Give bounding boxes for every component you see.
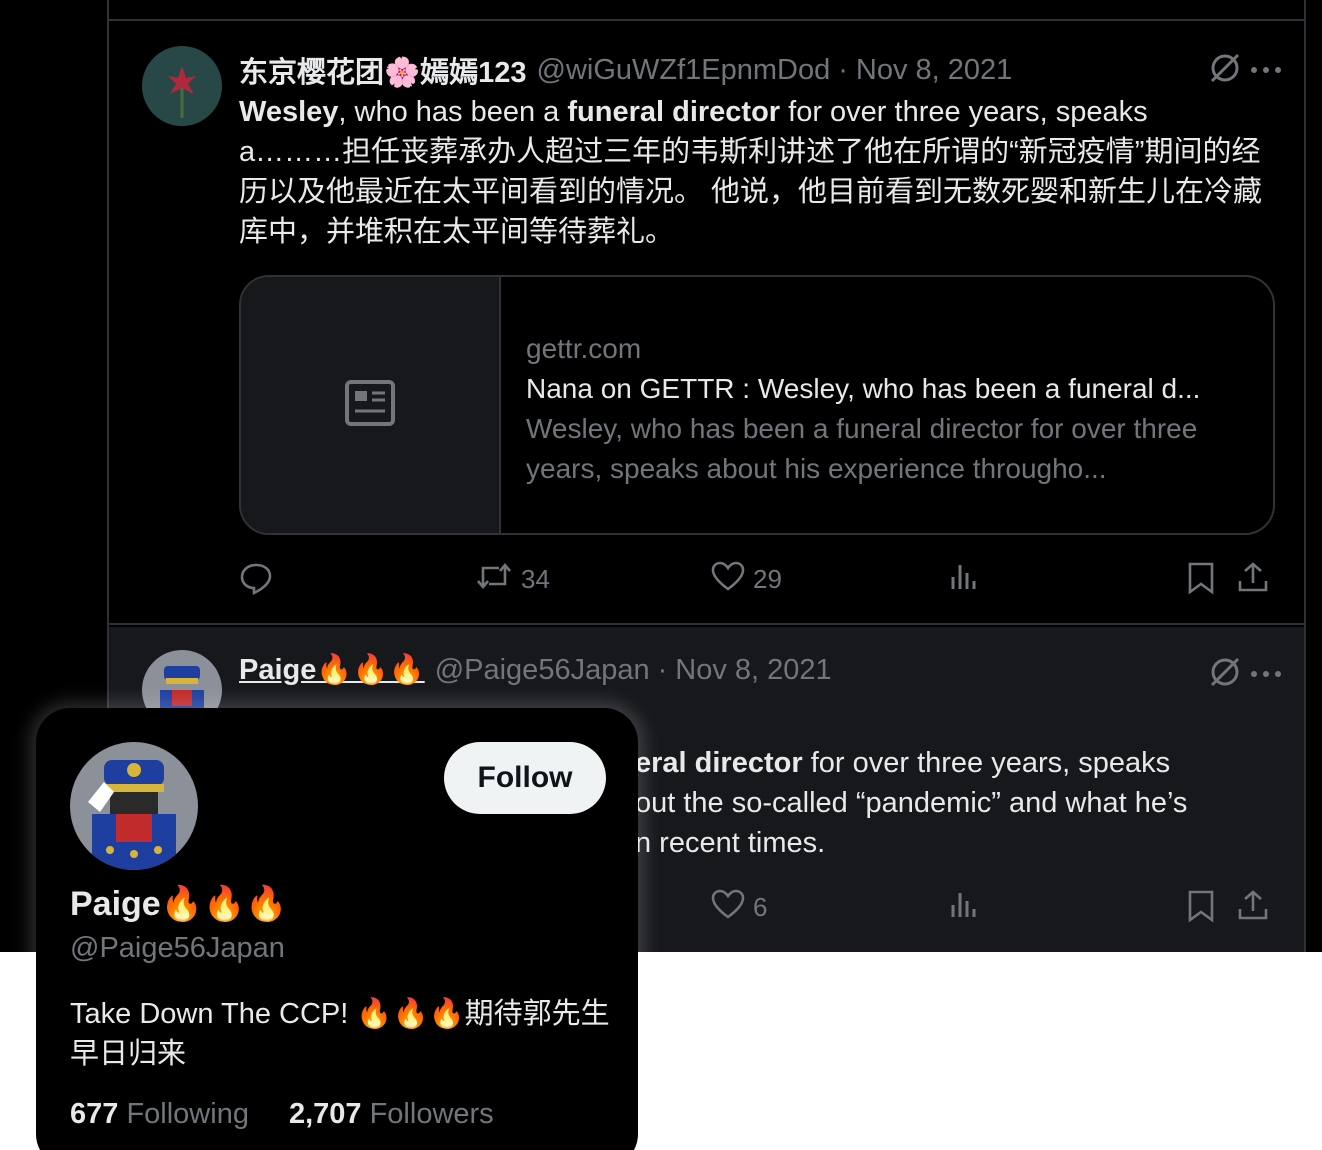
followers-link[interactable]: 2,707 Followers <box>289 1098 494 1131</box>
bookmark-button[interactable] <box>1187 561 1215 602</box>
heart-icon <box>711 889 745 926</box>
text-span: out the so-called “pandemic” and what he… <box>635 787 1188 819</box>
tweet-text: eral director for over three years, spea… <box>635 743 1275 863</box>
reply-icon <box>239 561 273 602</box>
following-link[interactable]: 677 Following <box>70 1098 249 1131</box>
repost-icon <box>475 561 513 598</box>
bookmark-icon <box>1187 889 1215 930</box>
share-icon <box>1237 561 1269 600</box>
card-domain: gettr.com <box>526 333 642 364</box>
link-card[interactable]: gettr.com Nana on GETTR : Wesley, who ha… <box>239 275 1275 535</box>
bookmark-button[interactable] <box>1187 889 1215 930</box>
profile-stats: 677 Following 2,707 Followers <box>70 1098 494 1131</box>
text-span: n recent times. <box>635 827 826 859</box>
grok-icon[interactable] <box>1208 51 1242 90</box>
like-button[interactable]: 6 <box>711 889 767 926</box>
tweet-text: Wesley, who has been a funeral director … <box>239 92 1279 252</box>
tweet[interactable]: 东京樱花团🌸嫣嫣123 @wiGuWZf1EpnmDod · Nov 8, 20… <box>109 21 1304 625</box>
display-name[interactable]: Paige🔥🔥🔥 <box>70 884 288 924</box>
like-button[interactable]: 29 <box>711 561 782 598</box>
repost-count: 34 <box>521 564 550 594</box>
separator: · <box>838 53 848 86</box>
more-icon[interactable] <box>1250 666 1282 684</box>
avatar[interactable] <box>142 46 222 126</box>
reply-button[interactable] <box>239 561 273 602</box>
tweet-date[interactable]: Nov 8, 2021 <box>675 654 831 687</box>
share-button[interactable] <box>1237 889 1269 928</box>
text-span: , who has been a <box>338 96 568 128</box>
views-button[interactable] <box>949 561 979 598</box>
views-button[interactable] <box>949 889 979 926</box>
heart-icon <box>711 561 745 598</box>
text-span: for over three years, speaks <box>780 96 1148 128</box>
article-icon <box>344 379 396 432</box>
user-handle[interactable]: @Paige56Japan <box>435 654 650 687</box>
grok-icon[interactable] <box>1208 655 1242 694</box>
following-label: Following <box>126 1098 249 1130</box>
tweet-actions: 34 29 <box>239 561 1275 601</box>
more-icon[interactable] <box>1250 62 1282 80</box>
profile-hover-card[interactable]: Follow Paige🔥🔥🔥 @Paige56Japan Take Down … <box>36 708 638 1150</box>
user-handle[interactable]: @Paige56Japan <box>70 932 285 965</box>
views-icon <box>949 889 979 926</box>
views-icon <box>949 561 979 598</box>
separator: · <box>657 653 668 686</box>
tweet-date[interactable]: Nov 8, 2021 <box>856 54 1012 87</box>
followers-label: Followers <box>369 1098 494 1130</box>
profile-bio: Take Down The CCP! 🔥🔥🔥期待郭先生早日归来 <box>70 998 610 1070</box>
user-handle[interactable]: @wiGuWZf1EpnmDod <box>537 54 831 87</box>
repost-button[interactable]: 34 <box>475 561 550 598</box>
card-thumbnail[interactable] <box>241 277 501 533</box>
like-count: 6 <box>753 892 768 922</box>
following-count: 677 <box>70 1098 119 1130</box>
follow-button[interactable]: Follow <box>444 742 606 814</box>
share-icon <box>1237 889 1269 928</box>
display-name[interactable]: 东京樱花团🌸嫣嫣123 <box>239 49 527 91</box>
avatar[interactable] <box>70 742 198 870</box>
display-name[interactable]: Paige🔥🔥🔥 <box>239 653 425 687</box>
followers-count: 2,707 <box>288 1098 362 1130</box>
text-bold: eral director <box>635 747 803 779</box>
text-bold: funeral director <box>567 96 781 128</box>
text-span: a………担任丧葬承办人超过三年的韦斯利讲述了他在所谓的“新冠疫情”期间的经历以及… <box>239 136 1263 248</box>
share-button[interactable] <box>1237 561 1269 600</box>
card-title: Nana on GETTR : Wesley, who has been a f… <box>526 373 1201 404</box>
card-description: Wesley, who has been a funeral director … <box>526 413 1198 484</box>
like-count: 29 <box>753 564 782 594</box>
bookmark-icon <box>1187 561 1215 602</box>
mention-bold: Wesley <box>239 96 339 128</box>
text-span: for over three years, speaks <box>802 747 1171 779</box>
